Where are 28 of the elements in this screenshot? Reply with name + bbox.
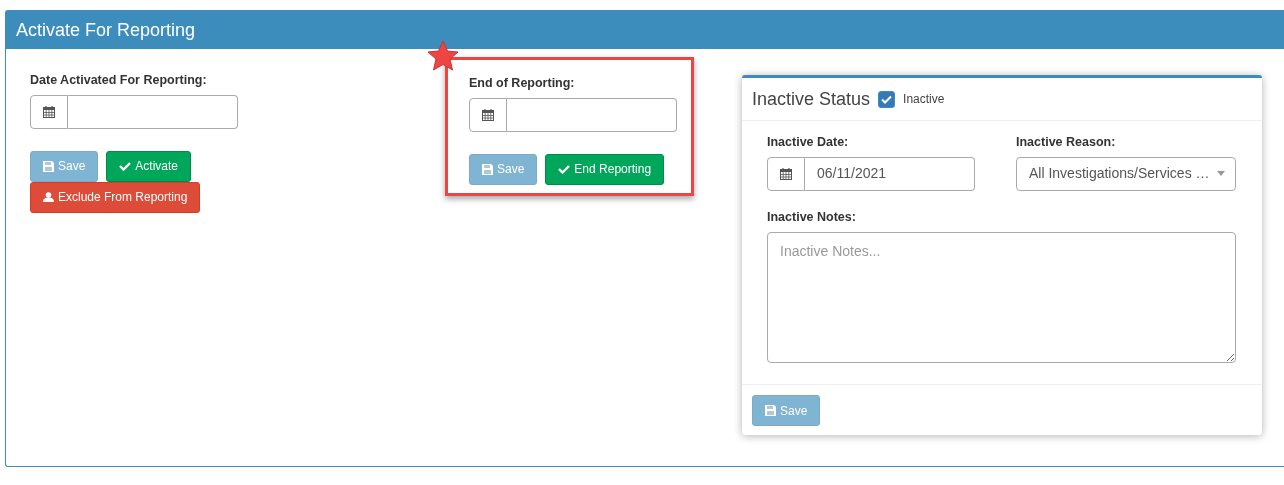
check-icon [119, 161, 132, 172]
caret-icon [1217, 171, 1225, 177]
calendar-addon[interactable] [767, 156, 805, 191]
date-field[interactable] [507, 97, 677, 132]
user-icon [43, 192, 54, 203]
check-icon [558, 164, 571, 175]
field-label: Date Activated For Reporting: [30, 72, 208, 89]
calendar-icon [43, 105, 55, 118]
confirm-button[interactable]: End Reporting [545, 153, 665, 185]
date-field[interactable]: 06/11/2021 [805, 156, 975, 191]
calendar-addon[interactable] [30, 94, 68, 129]
field-label: Inactive Notes: [767, 208, 857, 226]
field-label: Inactive Reason: [1016, 134, 1117, 151]
confirm-button[interactable]: Activate [106, 150, 192, 182]
calendar-icon [780, 167, 792, 180]
reason-dropdown[interactable]: All Investigations/Services … [1016, 156, 1236, 191]
date-field[interactable] [68, 94, 238, 129]
field-label: End of Reporting: [469, 75, 576, 92]
checkbox-label: Inactive [903, 91, 945, 108]
calendar-addon[interactable] [469, 97, 507, 132]
checkbox[interactable] [878, 90, 896, 108]
panel-title: Activate For Reporting [16, 20, 196, 40]
calendar-icon [482, 108, 494, 121]
field-label: Inactive Date: [767, 134, 850, 151]
exclude-button[interactable]: Exclude From Reporting [30, 181, 201, 213]
check-icon [881, 94, 893, 104]
notes-field[interactable]: Inactive Notes... [767, 231, 1236, 363]
card-title: Inactive Status [752, 87, 871, 111]
